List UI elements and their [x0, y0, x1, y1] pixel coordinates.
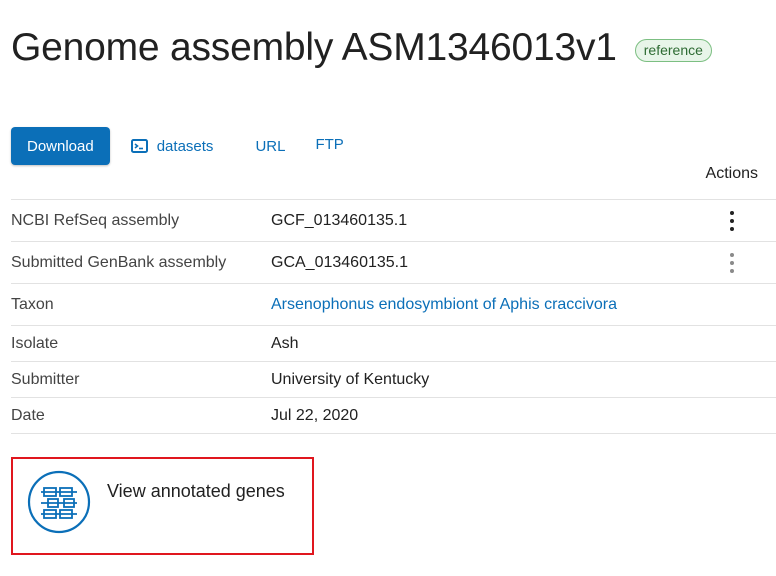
page-title: Genome assembly ASM1346013v1: [11, 26, 617, 69]
toolbar: Download datasets URL FTP: [11, 127, 344, 165]
view-annotated-genes-card[interactable]: View annotated genes: [11, 457, 314, 555]
download-button[interactable]: Download: [11, 127, 110, 165]
ftp-button[interactable]: FTP: [315, 136, 343, 153]
table-row-date: Date Jul 22, 2020: [11, 397, 776, 434]
page: Genome assembly ASM1346013v1 reference D…: [0, 0, 776, 576]
assembly-info-table: NCBI RefSeq assembly GCF_013460135.1 Sub…: [11, 199, 776, 434]
taxon-link[interactable]: Arsenophonus endosymbiont of Aphis cracc…: [271, 296, 617, 314]
table-row-submitter: Submitter University of Kentucky: [11, 361, 776, 397]
row-value: Ash: [271, 334, 299, 352]
table-row-refseq: NCBI RefSeq assembly GCF_013460135.1: [11, 199, 776, 241]
row-value: University of Kentucky: [271, 370, 430, 388]
more-actions-icon[interactable]: [728, 210, 736, 231]
row-label: NCBI RefSeq assembly: [11, 211, 180, 229]
row-label: Submitted GenBank assembly: [11, 253, 227, 271]
row-label: Date: [11, 406, 45, 424]
view-annotated-genes-label: View annotated genes: [107, 481, 285, 501]
row-label: Taxon: [11, 295, 54, 313]
row-value: GCF_013460135.1: [271, 211, 408, 229]
gene-diagram-icon: [27, 470, 91, 534]
reference-badge: reference: [634, 38, 712, 62]
row-label: Submitter: [11, 370, 80, 388]
table-row-isolate: Isolate Ash: [11, 325, 776, 361]
row-label: Isolate: [11, 334, 59, 352]
datasets-button[interactable]: datasets: [130, 137, 214, 155]
title-row: Genome assembly ASM1346013v1 reference: [11, 24, 712, 72]
terminal-icon: [130, 139, 148, 153]
datasets-label: datasets: [156, 137, 214, 155]
actions-header: Actions: [705, 165, 758, 182]
more-actions-icon[interactable]: [728, 252, 736, 273]
table-row-genbank: Submitted GenBank assembly GCA_013460135…: [11, 241, 776, 283]
row-value: GCA_013460135.1: [271, 253, 408, 271]
row-value: Jul 22, 2020: [271, 406, 359, 424]
url-button[interactable]: URL: [255, 138, 285, 155]
table-row-taxon: Taxon Arsenophonus endosymbiont of Aphis…: [11, 283, 776, 325]
